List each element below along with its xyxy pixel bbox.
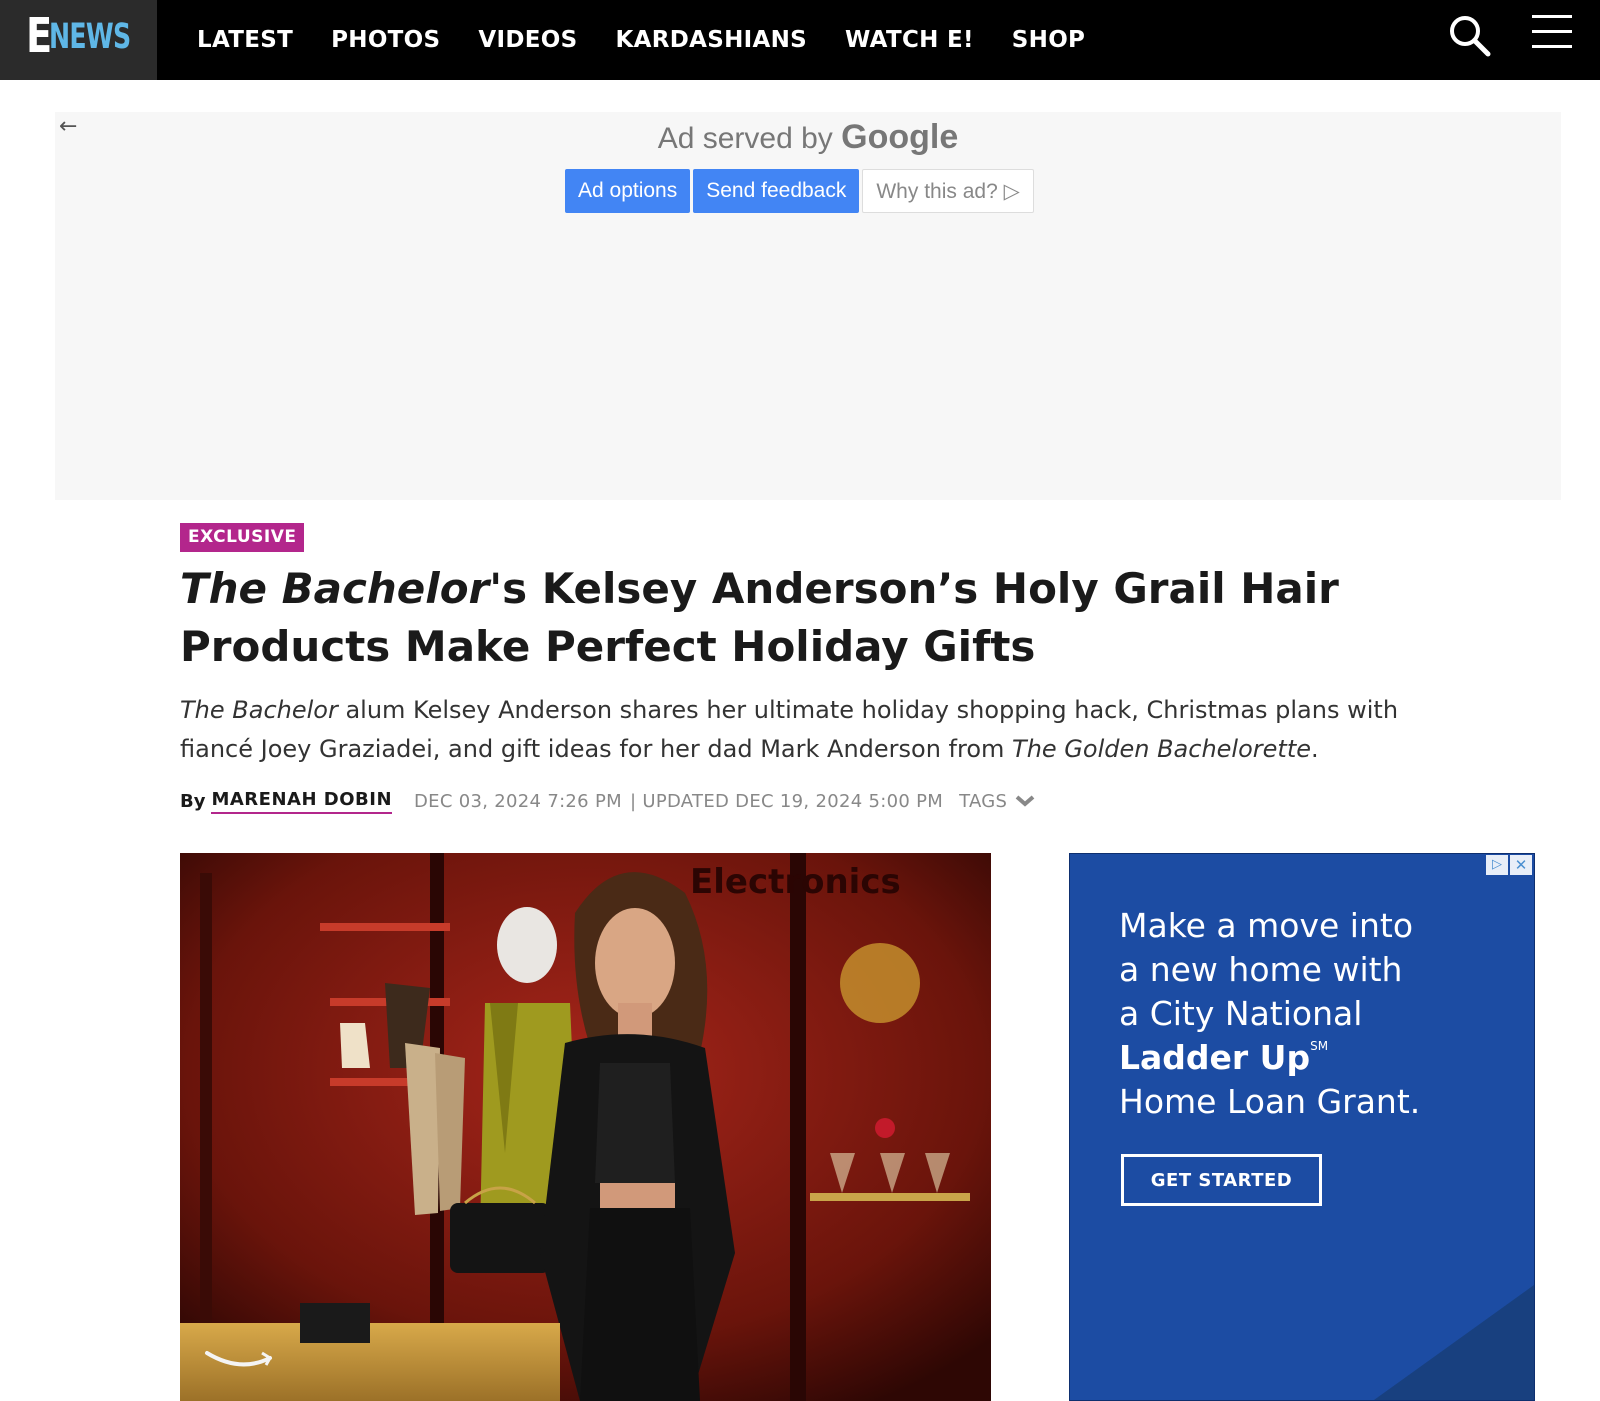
author-link[interactable]: MARENAH DOBIN: [211, 789, 393, 814]
side-ad-ladder-up: Ladder UpSM: [1119, 1036, 1519, 1080]
side-ad[interactable]: ▷ ✕ Make a move into a new home with a C…: [1069, 853, 1535, 1401]
top-nav: E NEWS LATEST PHOTOS VIDEOS KARDASHIANS …: [0, 0, 1600, 80]
updated-date: | UPDATED DEC 19, 2024 5:00 PM: [629, 790, 944, 812]
dek-show-title-2: The Golden Bachelorette: [1012, 735, 1311, 763]
side-ad-line-2: a new home with: [1119, 950, 1403, 989]
side-ad-line-1: Make a move into: [1119, 906, 1414, 945]
exclusive-badge: EXCLUSIVE: [180, 523, 305, 552]
ad-button-row: Ad options Send feedback Why this ad? ▷: [565, 169, 1037, 213]
search-icon[interactable]: [1448, 14, 1492, 58]
nav-link-latest[interactable]: LATEST: [197, 27, 293, 53]
chevron-down-icon: [1015, 795, 1035, 807]
nav-links: LATEST PHOTOS VIDEOS KARDASHIANS WATCH E…: [197, 0, 1123, 80]
google-wordmark: Google: [841, 118, 959, 156]
side-ad-copy: Make a move into a new home with a City …: [1119, 904, 1519, 1124]
byline: By MARENAH DOBIN DEC 03, 2024 7:26 PM | …: [180, 786, 1035, 816]
side-ad-line-5: Home Loan Grant.: [1119, 1082, 1421, 1121]
logo-news: NEWS: [49, 17, 131, 57]
hamburger-menu-icon[interactable]: [1532, 15, 1572, 51]
article-headline: The Bachelor's Kelsey Anderson’s Holy Gr…: [180, 560, 1440, 676]
ad-served-by: Ad served by Google: [55, 118, 1561, 157]
hero-image: Electronics: [180, 853, 991, 1401]
nav-link-watch-e[interactable]: WATCH E!: [845, 27, 974, 53]
service-mark: SM: [1310, 1039, 1329, 1053]
headline-show-title: The Bachelor: [180, 564, 490, 613]
send-feedback-button[interactable]: Send feedback: [693, 169, 860, 213]
nav-link-videos[interactable]: VIDEOS: [478, 27, 577, 53]
ad-options-button[interactable]: Ad options: [565, 169, 691, 213]
hero-photo-illustration: Electronics: [180, 853, 991, 1401]
side-ad-line-3: a City National: [1119, 994, 1363, 1033]
tags-label: TAGS: [959, 790, 1008, 812]
ad-served-prefix: Ad served by: [657, 122, 833, 155]
hero-sign-text: Electronics: [690, 862, 901, 902]
side-ad-line-4: Ladder Up: [1119, 1038, 1311, 1077]
side-ad-corner-shape: [1374, 1285, 1534, 1400]
nav-link-photos[interactable]: PHOTOS: [331, 27, 440, 53]
adchoices-icon[interactable]: ▷: [1486, 855, 1508, 875]
nav-link-shop[interactable]: SHOP: [1012, 27, 1085, 53]
dek-show-title-1: The Bachelor: [180, 696, 338, 724]
dek-text-2: .: [1311, 735, 1319, 763]
byline-label: By: [180, 790, 206, 812]
publish-date: DEC 03, 2024 7:26 PM: [414, 790, 622, 812]
ad-banner: ← Ad served by Google Ad options Send fe…: [55, 112, 1561, 500]
close-icon[interactable]: ✕: [1510, 855, 1532, 875]
enews-logo[interactable]: E NEWS: [0, 0, 157, 80]
nav-link-kardashians[interactable]: KARDASHIANS: [615, 27, 807, 53]
why-this-ad-button[interactable]: Why this ad? ▷: [862, 169, 1034, 213]
get-started-button[interactable]: GET STARTED: [1121, 1154, 1322, 1206]
article-dek: The Bachelor alum Kelsey Anderson shares…: [180, 691, 1430, 769]
tags-toggle[interactable]: TAGS: [959, 791, 1035, 812]
